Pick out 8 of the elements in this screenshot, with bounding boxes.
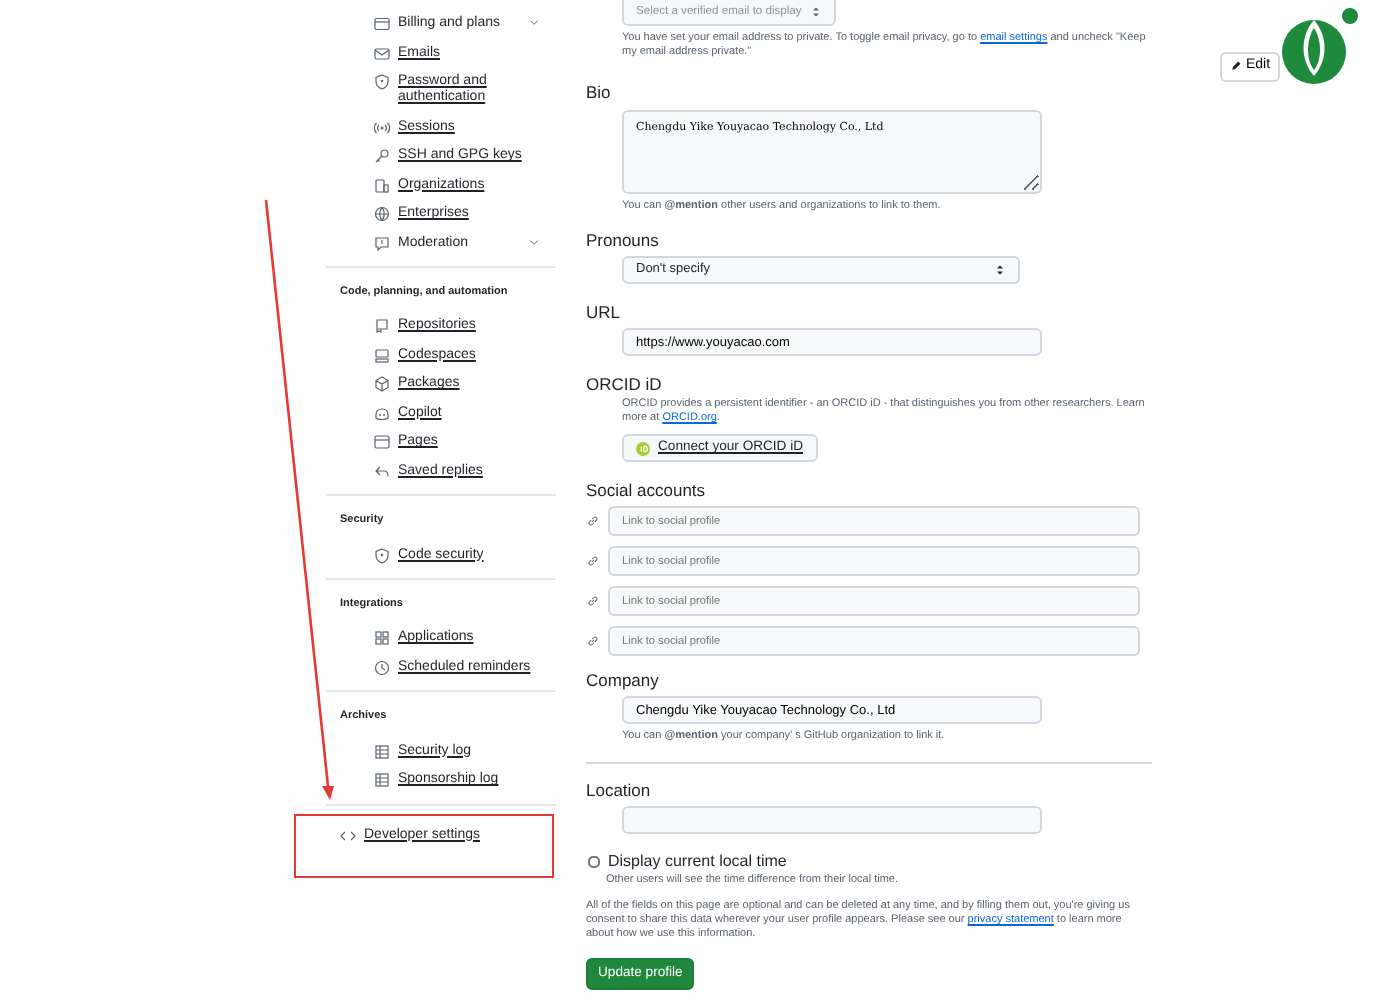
field-label: Company	[586, 670, 661, 690]
field-label: Location	[586, 780, 653, 800]
checkbox-label: Display current local time	[608, 852, 787, 872]
field-label: ORCID iD	[586, 374, 664, 394]
field-label: URL	[586, 302, 623, 322]
field-label: Pronouns	[586, 230, 661, 250]
field-label: Social accounts	[586, 480, 708, 500]
field-label: Bio	[586, 82, 613, 102]
